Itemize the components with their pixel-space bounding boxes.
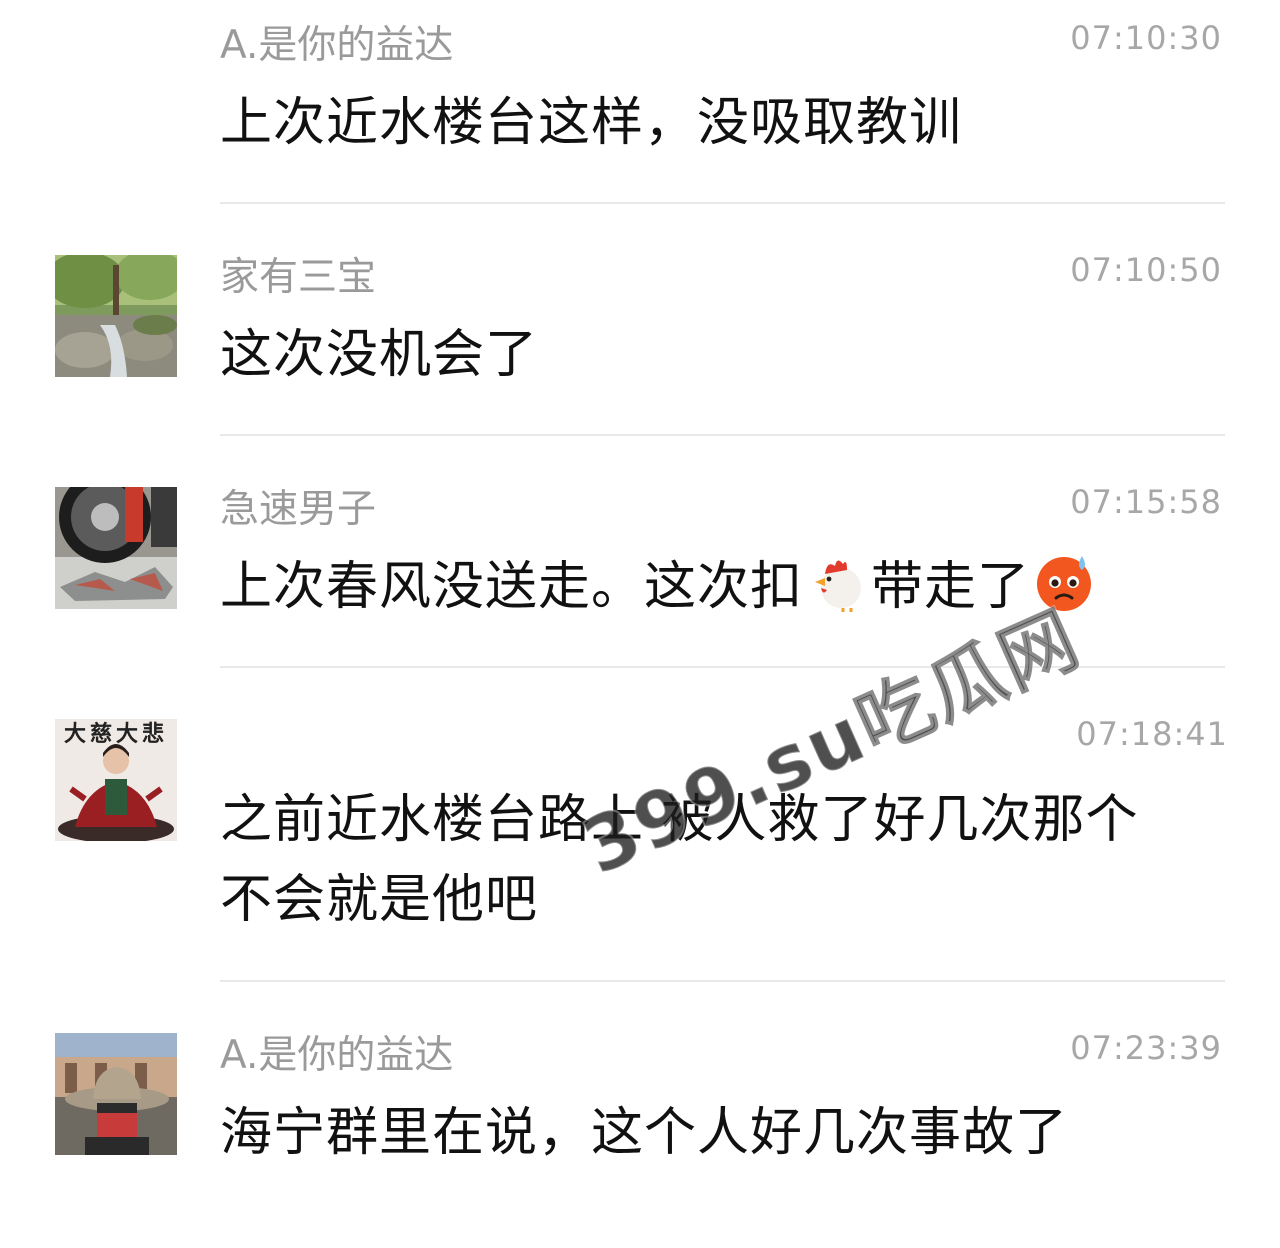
message-time: 07:23:39 (1070, 1029, 1222, 1067)
avatar[interactable] (55, 255, 177, 377)
avatar[interactable]: 大慈大悲 (55, 719, 177, 841)
meditation-avatar-image: 大慈大悲 (55, 719, 177, 841)
chat-message[interactable]: 急速男子 07:15:58 上次春风没送走。这次扣 带走了 (0, 436, 1280, 668)
avatar[interactable] (55, 487, 177, 609)
message-text: 这次没机会了 (220, 325, 539, 385)
message-time: 07:18:41 (1076, 715, 1228, 753)
message-time: 07:15:58 (1070, 483, 1222, 521)
sender-name[interactable]: A.是你的益达 (220, 22, 453, 70)
sender-name[interactable]: 急速男子 (220, 486, 376, 534)
hat-man-avatar-image (55, 1033, 177, 1155)
sender-name[interactable]: 家有三宝 (220, 254, 376, 302)
chicken-emoji-icon (815, 560, 862, 612)
message-text: 海宁群里在说，这个人好几次事故了 (220, 1103, 1069, 1163)
avatar-caption: 大慈大悲 (64, 721, 168, 747)
chat-message-list: A.是你的益达 07:10:30 上次近水楼台这样，没吸取教训 家有三宝 07:… (0, 0, 1280, 1248)
message-text-line: 不会就是他吧 (220, 870, 539, 930)
avatar[interactable] (55, 1033, 177, 1155)
forest-stream-avatar-image (55, 255, 177, 377)
message-time: 07:10:30 (1070, 19, 1222, 57)
motorcycle-avatar-image (55, 487, 177, 609)
message-time: 07:10:50 (1070, 251, 1222, 289)
chat-message[interactable]: 家有三宝 07:10:50 这次没机会了 (0, 204, 1280, 436)
sender-name[interactable]: A.是你的益达 (220, 1032, 453, 1080)
chat-message[interactable]: A.是你的益达 07:23:39 海宁群里在说，这个人好几次事故了 (0, 982, 1280, 1248)
message-text-part: 上次春风没送走。这次扣 (220, 557, 804, 617)
chat-message[interactable]: A.是你的益达 07:10:30 上次近水楼台这样，没吸取教训 (0, 0, 1280, 204)
message-text: 上次近水楼台这样，没吸取教训 (220, 93, 963, 153)
